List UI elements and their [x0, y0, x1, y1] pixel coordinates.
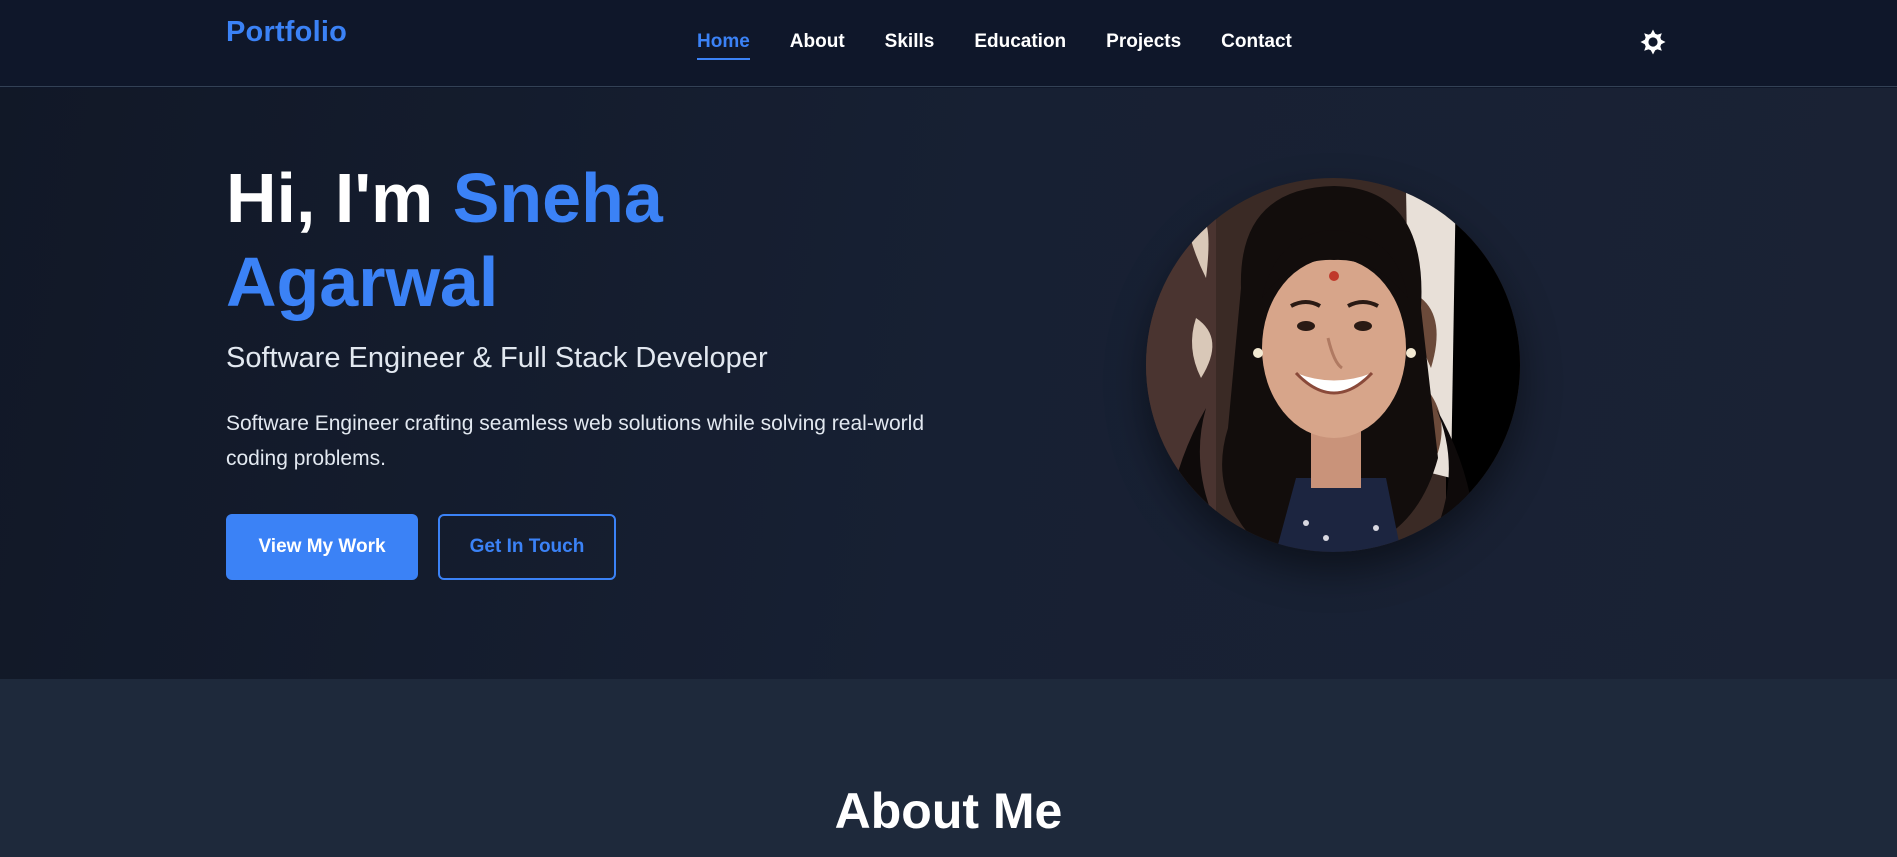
view-my-work-button[interactable]: View My Work [226, 514, 418, 580]
profile-photo [1146, 178, 1520, 552]
hero-section: Hi, I'm Sneha Agarwal Software Engineer … [0, 88, 1897, 679]
nav-link-about[interactable]: About [790, 31, 845, 58]
nav-link-education[interactable]: Education [974, 31, 1066, 58]
hero-greeting: Hi, I'm [226, 159, 453, 237]
nav-link-contact[interactable]: Contact [1221, 31, 1292, 58]
get-in-touch-button[interactable]: Get In Touch [438, 514, 616, 580]
hero-subtitle: Software Engineer & Full Stack Developer [226, 342, 768, 374]
sun-icon [1640, 29, 1666, 55]
theme-toggle-button[interactable] [1639, 28, 1667, 56]
nav-link-skills[interactable]: Skills [885, 31, 935, 58]
nav-link-home[interactable]: Home [697, 31, 750, 60]
top-navbar: Portfolio Home About Skills Education Pr… [0, 0, 1897, 87]
hero-title: Hi, I'm Sneha Agarwal [226, 156, 926, 324]
brand-logo[interactable]: Portfolio [226, 16, 347, 49]
about-title: About Me [834, 783, 1063, 839]
hero-description: Software Engineer crafting seamless web … [226, 412, 924, 470]
about-section: About Me [0, 679, 1897, 857]
nav-menu: Home About Skills Education Projects Con… [697, 31, 1292, 60]
nav-link-projects[interactable]: Projects [1106, 31, 1181, 58]
